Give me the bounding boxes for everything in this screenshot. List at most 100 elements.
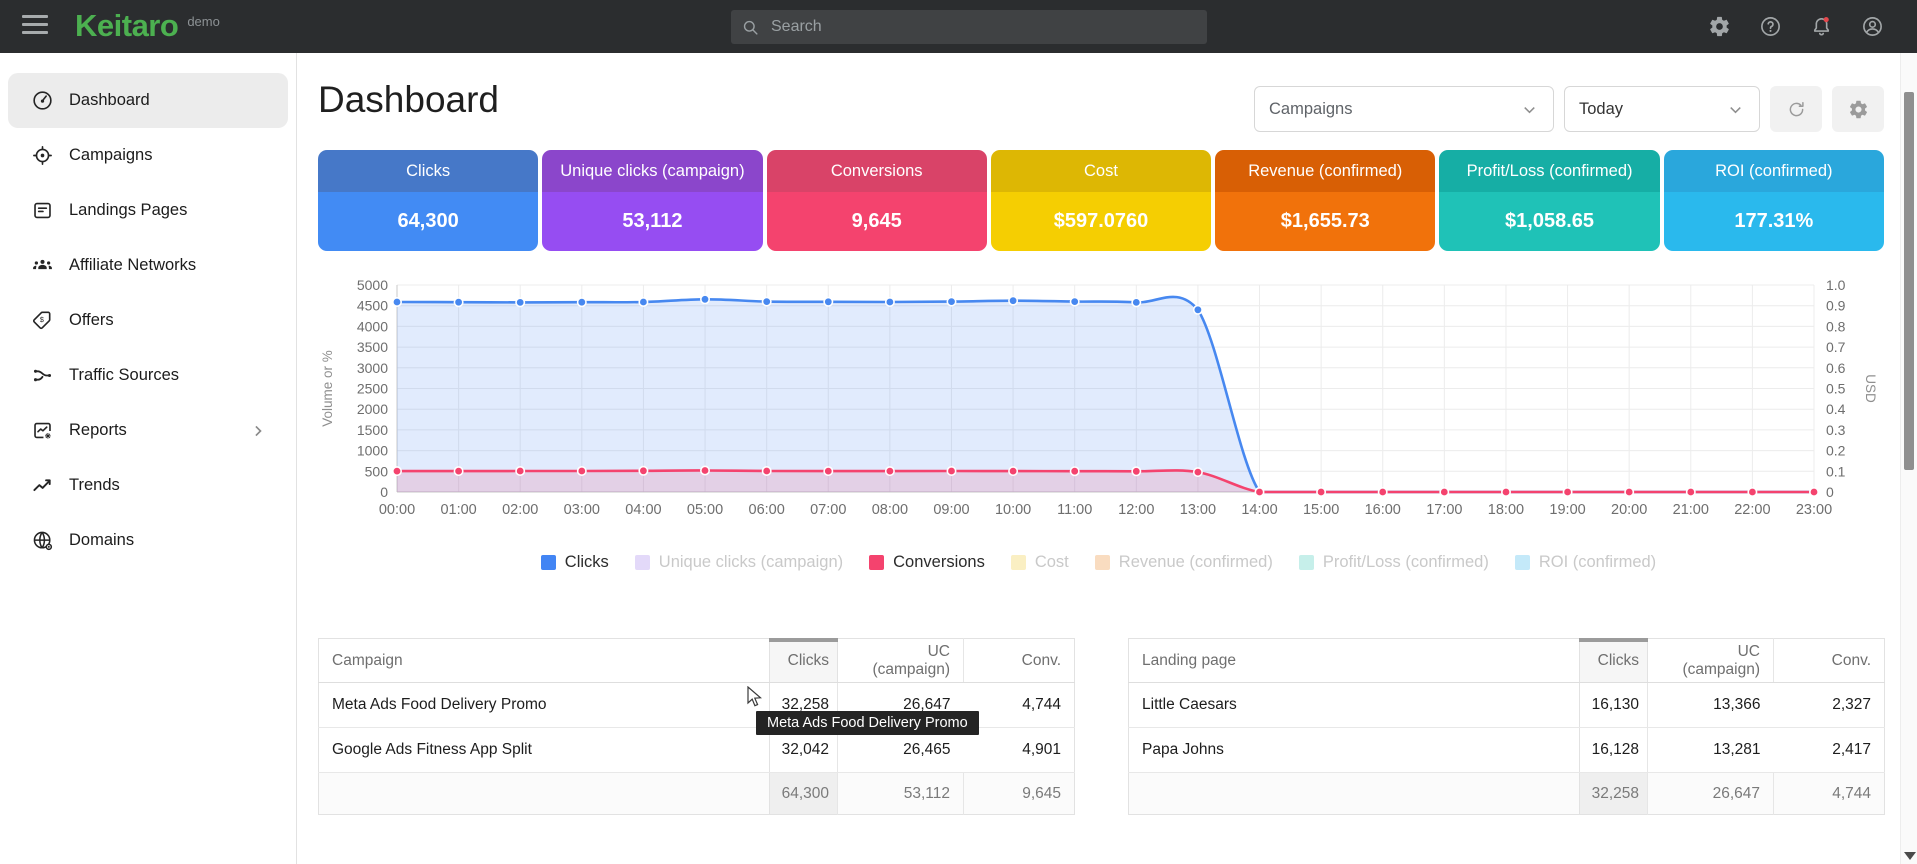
total-cell: 26,647 bbox=[1648, 773, 1774, 815]
legend-swatch bbox=[1011, 555, 1026, 570]
sidebar-item-label: Domains bbox=[69, 531, 134, 550]
chart-settings-button[interactable] bbox=[1832, 86, 1884, 132]
sidebar-item-trends[interactable]: Trends bbox=[8, 458, 288, 513]
column-header[interactable]: Landing page bbox=[1129, 639, 1580, 683]
total-cell: 32,258 bbox=[1580, 773, 1648, 815]
legend-label: Profit/Loss (confirmed) bbox=[1323, 553, 1489, 572]
legend-item-4[interactable]: Revenue (confirmed) bbox=[1095, 553, 1273, 572]
domains-icon bbox=[31, 529, 54, 552]
svg-text:00:00: 00:00 bbox=[379, 502, 415, 518]
date-range-select[interactable]: Today bbox=[1564, 86, 1760, 132]
svg-text:18:00: 18:00 bbox=[1488, 502, 1524, 518]
svg-text:2000: 2000 bbox=[357, 401, 388, 417]
sidebar-item-traffic-sources[interactable]: Traffic Sources bbox=[8, 348, 288, 403]
app-logo[interactable]: Keitarodemo bbox=[75, 8, 220, 44]
totals-row: 64,30053,1129,645 bbox=[319, 773, 1075, 815]
landings-pages-icon bbox=[31, 199, 54, 222]
svg-text:04:00: 04:00 bbox=[625, 502, 661, 518]
column-header[interactable]: UC (campaign) bbox=[1648, 639, 1774, 683]
metric-card-3[interactable]: Cost$597.0760 bbox=[991, 150, 1211, 251]
global-search[interactable] bbox=[731, 10, 1207, 44]
metric-card-6[interactable]: ROI (confirmed)177.31% bbox=[1664, 150, 1884, 251]
sidebar-item-campaigns[interactable]: Campaigns bbox=[8, 128, 288, 183]
row-name-cell: Papa Johns bbox=[1129, 728, 1580, 773]
sidebar-item-label: Trends bbox=[69, 476, 120, 495]
legend-swatch bbox=[869, 555, 884, 570]
topbar: Keitarodemo bbox=[0, 0, 1917, 53]
sidebar-item-landings-pages[interactable]: Landings Pages bbox=[8, 183, 288, 238]
metric-card-value: 9,645 bbox=[767, 192, 987, 251]
metric-card-1[interactable]: Unique clicks (campaign)53,112 bbox=[542, 150, 762, 251]
legend-item-6[interactable]: ROI (confirmed) bbox=[1515, 553, 1656, 572]
traffic-sources-icon bbox=[31, 364, 54, 387]
traffic-chart[interactable]: 00:0001:0002:0003:0004:0005:0006:0007:00… bbox=[318, 262, 1884, 534]
campaigns-icon bbox=[31, 144, 54, 167]
sidebar-item-dashboard[interactable]: Dashboard bbox=[8, 73, 288, 128]
svg-text:0.8: 0.8 bbox=[1826, 318, 1846, 334]
metric-card-2[interactable]: Conversions9,645 bbox=[767, 150, 987, 251]
user-icon[interactable] bbox=[1861, 15, 1884, 38]
affiliate-networks-icon bbox=[31, 254, 54, 277]
main-content: Dashboard Campaigns Today Clicks64,300Un… bbox=[297, 53, 1900, 864]
svg-text:11:00: 11:00 bbox=[1057, 502, 1092, 518]
scrollbar-thumb[interactable] bbox=[1904, 92, 1914, 470]
legend-item-5[interactable]: Profit/Loss (confirmed) bbox=[1299, 553, 1489, 572]
legend-label: Unique clicks (campaign) bbox=[659, 553, 843, 572]
page-title: Dashboard bbox=[318, 79, 499, 121]
legend-swatch bbox=[1095, 555, 1110, 570]
page-scrollbar[interactable] bbox=[1900, 53, 1917, 864]
metric-card-label: ROI (confirmed) bbox=[1664, 150, 1884, 192]
campaigns-filter-select[interactable]: Campaigns bbox=[1254, 86, 1554, 132]
sidebar-item-offers[interactable]: $ Offers bbox=[8, 293, 288, 348]
row-value-cell: 16,130 bbox=[1580, 683, 1648, 728]
bell-icon[interactable] bbox=[1810, 15, 1833, 38]
svg-text:500: 500 bbox=[365, 463, 389, 479]
metric-card-0[interactable]: Clicks64,300 bbox=[318, 150, 538, 251]
legend-item-3[interactable]: Cost bbox=[1011, 553, 1069, 572]
metric-cards: Clicks64,300Unique clicks (campaign)53,1… bbox=[318, 150, 1884, 251]
svg-text:12:00: 12:00 bbox=[1118, 502, 1154, 518]
total-cell: 53,112 bbox=[838, 773, 964, 815]
row-value-cell: 4,744 bbox=[964, 683, 1075, 728]
scrollbar-down-arrow[interactable] bbox=[1904, 852, 1916, 860]
column-header[interactable]: Conv. bbox=[1774, 639, 1885, 683]
gear-icon[interactable] bbox=[1708, 15, 1731, 38]
svg-text:0.2: 0.2 bbox=[1826, 443, 1846, 459]
svg-text:10:00: 10:00 bbox=[995, 502, 1031, 518]
refresh-button[interactable] bbox=[1770, 86, 1822, 132]
svg-text:3500: 3500 bbox=[357, 339, 388, 355]
legend-item-2[interactable]: Conversions bbox=[869, 553, 985, 572]
svg-text:USD: USD bbox=[1863, 374, 1878, 403]
sidebar: Dashboard Campaigns Landings Pages Affil… bbox=[0, 53, 297, 864]
sidebar-item-reports[interactable]: Reports bbox=[8, 403, 288, 458]
metric-card-4[interactable]: Revenue (confirmed)$1,655.73 bbox=[1215, 150, 1435, 251]
metric-card-value: $1,655.73 bbox=[1215, 192, 1435, 251]
table-row[interactable]: Papa Johns16,12813,2812,417 bbox=[1129, 728, 1885, 773]
sidebar-item-affiliate-networks[interactable]: Affiliate Networks bbox=[8, 238, 288, 293]
svg-text:0.1: 0.1 bbox=[1826, 463, 1846, 479]
svg-text:0.5: 0.5 bbox=[1826, 381, 1846, 397]
svg-text:5000: 5000 bbox=[357, 277, 388, 293]
svg-text:3000: 3000 bbox=[357, 360, 388, 376]
svg-text:13:00: 13:00 bbox=[1180, 502, 1216, 518]
hamburger-menu-icon[interactable] bbox=[22, 15, 48, 37]
svg-text:0: 0 bbox=[380, 484, 388, 500]
metric-card-value: 177.31% bbox=[1664, 192, 1884, 251]
help-icon[interactable] bbox=[1759, 15, 1782, 38]
row-value-cell: 13,281 bbox=[1648, 728, 1774, 773]
column-header[interactable]: Clicks bbox=[1580, 639, 1648, 683]
svg-text:07:00: 07:00 bbox=[810, 502, 846, 518]
legend-item-1[interactable]: Unique clicks (campaign) bbox=[635, 553, 843, 572]
table-row[interactable]: Little Caesars16,13013,3662,327 bbox=[1129, 683, 1885, 728]
column-header[interactable]: Campaign bbox=[319, 639, 770, 683]
svg-text:Volume or %: Volume or % bbox=[320, 350, 335, 427]
metric-card-label: Revenue (confirmed) bbox=[1215, 150, 1435, 192]
column-header[interactable]: UC (campaign) bbox=[838, 639, 964, 683]
column-header[interactable]: Conv. bbox=[964, 639, 1075, 683]
metric-card-5[interactable]: Profit/Loss (confirmed)$1,058.65 bbox=[1439, 150, 1659, 251]
sidebar-item-label: Landings Pages bbox=[69, 201, 187, 220]
search-input[interactable] bbox=[771, 18, 1197, 36]
legend-item-0[interactable]: Clicks bbox=[541, 553, 609, 572]
sidebar-item-domains[interactable]: Domains bbox=[8, 513, 288, 568]
column-header[interactable]: Clicks bbox=[770, 639, 838, 683]
